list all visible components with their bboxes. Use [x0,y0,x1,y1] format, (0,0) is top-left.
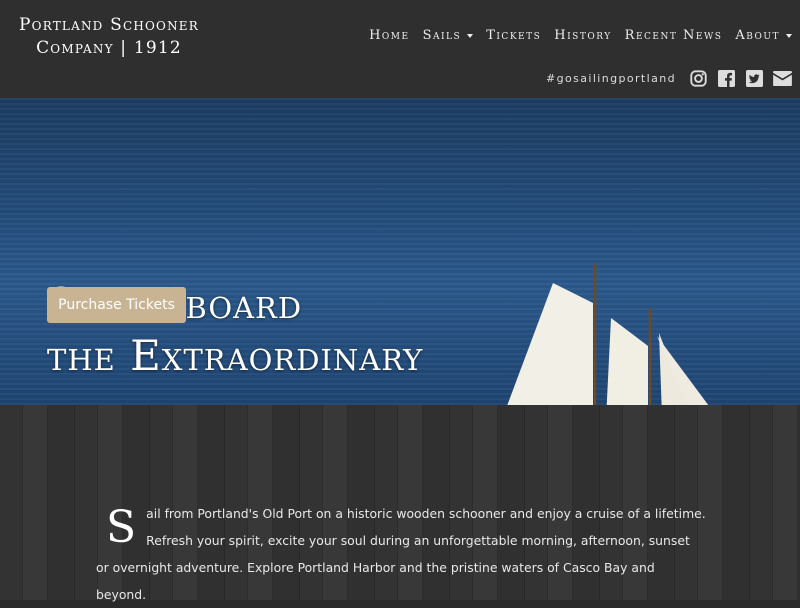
hero-banner: Step Aboard the Extraordinary [0,98,800,405]
main-nav: Home Sails Tickets History Recent News A… [369,28,792,43]
site-header: Portland Schooner Company | 1912 Home Sa… [0,0,800,98]
social-bar: #gosailingportland [546,68,792,88]
nav-recent-news[interactable]: Recent News [625,28,723,43]
instagram-icon[interactable] [688,68,708,88]
drop-cap: S [106,502,137,553]
nav-home-label: Home [369,28,410,43]
intro-text: ail from Portland's Old Port on a histor… [96,506,706,602]
purchase-tickets-button[interactable]: Purchase Tickets [47,287,186,323]
nav-sails[interactable]: Sails [423,28,474,43]
nav-sails-label: Sails [422,28,462,43]
brand-line-2: Company | 1912 [36,38,182,58]
nav-tickets-label: Tickets [486,28,542,43]
brand-line-1: Portland Schooner [19,15,199,35]
twitter-icon[interactable] [744,68,764,88]
intro-paragraph: Sail from Portland's Old Port on a histo… [96,500,706,608]
email-icon[interactable] [772,68,792,88]
nav-recent-news-label: Recent News [624,28,723,43]
caret-down-icon [467,33,474,38]
facebook-icon[interactable] [716,68,736,88]
hero-title-line-2: the Extraordinary [47,331,424,380]
nav-tickets[interactable]: Tickets [486,28,541,43]
hashtag-link[interactable]: #gosailingportland [546,72,676,85]
site-logo[interactable]: Portland Schooner Company | 1912 [10,14,208,60]
nav-home[interactable]: Home [369,28,410,43]
nav-about[interactable]: About [735,28,792,43]
nav-history[interactable]: History [554,28,611,43]
schooner-illustration [507,263,709,405]
caret-down-icon [786,33,792,38]
nav-history-label: History [554,28,612,43]
nav-about-label: About [735,28,780,43]
